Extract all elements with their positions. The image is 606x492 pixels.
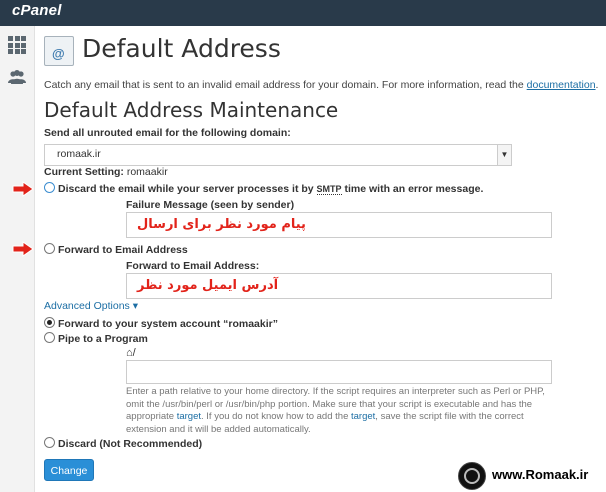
page-title: Default Address: [82, 34, 281, 63]
intro-period: .: [595, 79, 599, 91]
documentation-link[interactable]: documentation: [527, 79, 596, 91]
watermark-text: www.Romaak.ir: [492, 467, 589, 482]
grid-icon[interactable]: [8, 36, 26, 54]
home-glyph: ⌂: [126, 347, 133, 359]
red-arrow-icon: [12, 241, 34, 257]
forward-to-email-label: Forward to Email Address: [58, 244, 188, 256]
sidebar: [0, 26, 35, 492]
discard-with-error-option[interactable]: Discard the email while your server proc…: [44, 182, 483, 195]
target-link[interactable]: target: [351, 411, 375, 422]
forward-to-email-option[interactable]: Forward to Email Address: [44, 243, 188, 256]
failure-message-value: پیام مورد نظر برای ارسال: [137, 217, 306, 232]
current-setting-value: romaakir: [126, 166, 168, 178]
domain-label: Send all unrouted email for the followin…: [44, 127, 291, 139]
discard-with-error-radio[interactable]: [44, 182, 55, 193]
domain-select[interactable]: romaak.ir ▼: [44, 144, 512, 166]
current-setting: Current Setting: romaakir: [44, 166, 168, 178]
section-title: Default Address Maintenance: [44, 98, 339, 122]
caret-down-icon: ▾: [132, 300, 139, 312]
forward-to-email-radio[interactable]: [44, 243, 55, 254]
red-arrow-icon: [12, 181, 34, 197]
discard-with-error-label: Discard the email while your server proc…: [58, 183, 317, 195]
failure-message-input[interactable]: پیام مورد نظر برای ارسال: [126, 212, 552, 238]
home-icon: ⌂/: [126, 347, 136, 359]
pipe-to-program-radio[interactable]: [44, 332, 55, 343]
intro-description: Catch any email that is sent to an inval…: [44, 79, 527, 91]
help-text-2: . If you do not know how to add the: [201, 411, 351, 422]
forward-email-value: آدرس ایمیل مورد نظر: [137, 278, 279, 293]
domain-select-value: romaak.ir: [57, 148, 101, 160]
discard-not-recommended-radio[interactable]: [44, 437, 55, 448]
pipe-to-program-label: Pipe to a Program: [58, 333, 148, 345]
users-icon[interactable]: [8, 68, 26, 86]
romaak-logo-icon: [458, 462, 486, 490]
advanced-options-label: Advanced Options: [44, 300, 130, 312]
program-path-input[interactable]: [126, 360, 552, 384]
forward-system-account-radio[interactable]: [44, 317, 55, 328]
discard-not-recommended-option[interactable]: Discard (Not Recommended): [44, 437, 202, 450]
forward-system-account-label: Forward to your system account “romaakir…: [58, 318, 278, 330]
smtp-abbr: SMTP: [316, 184, 342, 195]
discard-with-error-label-end: time with an error message.: [341, 183, 484, 195]
intro-text: Catch any email that is sent to an inval…: [44, 79, 598, 91]
failure-message-label: Failure Message (seen by sender): [126, 199, 295, 211]
advanced-options-toggle[interactable]: Advanced Options ▾: [44, 300, 138, 312]
chevron-down-icon: ▼: [497, 145, 511, 165]
forward-email-field-label: Forward to Email Address:: [126, 260, 260, 272]
change-button[interactable]: Change: [44, 459, 94, 481]
pipe-to-program-option[interactable]: Pipe to a Program: [44, 332, 148, 345]
discard-not-recommended-label: Discard (Not Recommended): [58, 438, 203, 450]
forward-email-input[interactable]: آدرس ایمیل مورد نظر: [126, 273, 552, 299]
envelope-at-icon: @: [44, 36, 74, 66]
watermark: www.Romaak.ir: [458, 462, 606, 490]
current-setting-label: Current Setting:: [44, 166, 124, 178]
cpanel-logo[interactable]: cPanel: [12, 2, 62, 19]
top-bar: cPanel: [0, 0, 606, 26]
home-slash: /: [132, 347, 136, 359]
pipe-help-text: Enter a path relative to your home direc…: [126, 386, 556, 436]
target-link[interactable]: target: [177, 411, 201, 422]
forward-system-account-option[interactable]: Forward to your system account “romaakir…: [44, 317, 278, 330]
